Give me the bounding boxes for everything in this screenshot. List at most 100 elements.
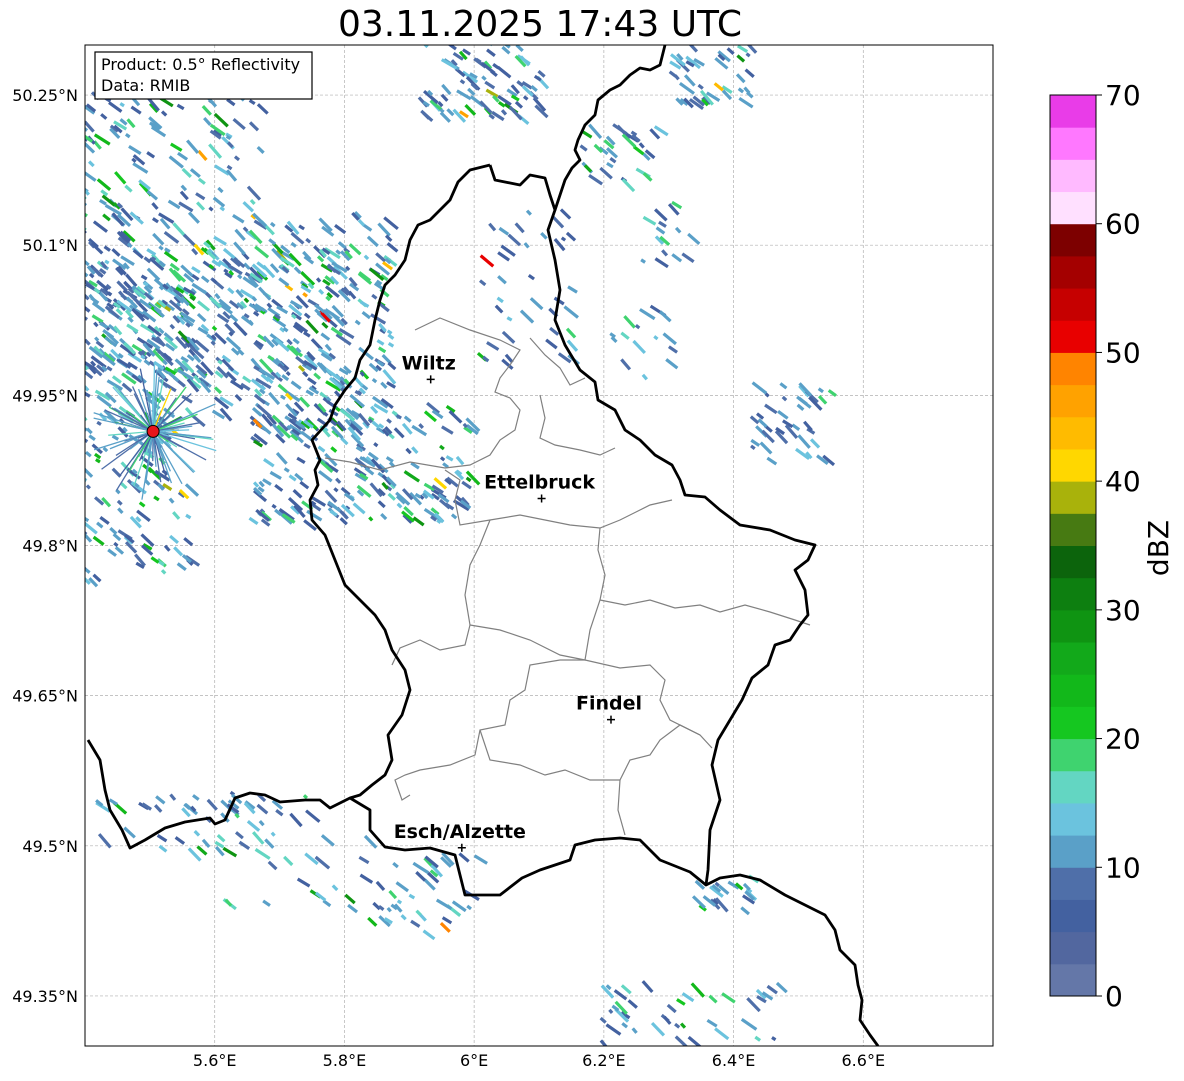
echo-cell <box>68 369 74 374</box>
colorbar-segment <box>1050 159 1096 193</box>
echo-cell <box>51 557 58 564</box>
echo-cell <box>52 346 62 355</box>
map-area[interactable]: Wiltz Ettelbruck Findel Esch/Alzette Produc… <box>40 35 993 1053</box>
echo-cell <box>48 525 55 532</box>
echo-cell <box>52 151 59 158</box>
city-label: Findel <box>576 693 642 715</box>
colorbar-segment <box>1050 320 1096 353</box>
echo-cell <box>49 506 56 512</box>
colorbar-tick-label: 20 <box>1105 723 1141 756</box>
latitude-ticks: 50.25°N 50.1°N 49.95°N 49.8°N 49.65°N 49.5°N 4… <box>12 86 78 1006</box>
lon-tick-label: 5.6°E <box>193 1051 237 1070</box>
colorbar-segment <box>1050 835 1096 868</box>
colorbar-segment <box>1050 513 1096 546</box>
lat-tick-label: 49.65°N <box>12 687 78 706</box>
echo-cell <box>68 357 82 371</box>
colorbar-segment <box>1050 577 1096 611</box>
echo-cell <box>75 475 84 483</box>
info-box: Product: 0.5° Reflectivity Data: RMIB <box>94 51 313 100</box>
colorbar-tick-label: 0 <box>1105 980 1123 1013</box>
colorbar-segment <box>1050 352 1096 386</box>
echo-cell <box>45 339 53 346</box>
echo-cell <box>46 279 54 286</box>
echo-cell <box>67 221 73 227</box>
echo-cell <box>74 333 81 340</box>
echo-cell <box>46 284 61 296</box>
lat-tick-label: 49.8°N <box>22 537 78 556</box>
echo-cell <box>47 169 52 174</box>
echo-cell <box>61 333 70 341</box>
colorbar-segment <box>1050 223 1096 257</box>
echo-cell <box>72 194 80 201</box>
echo-cell <box>64 288 70 294</box>
echo-cell <box>61 471 70 480</box>
colorbar-segment <box>1050 288 1096 321</box>
lat-tick-label: 50.1°N <box>22 236 78 255</box>
echo-cell <box>56 572 63 579</box>
echo-cell <box>69 477 85 488</box>
echo-cell <box>78 347 83 352</box>
echo-cell <box>64 348 71 355</box>
echo-cell <box>54 518 64 527</box>
echo-cell <box>43 298 57 313</box>
echo-cell <box>48 127 58 137</box>
echo-cell <box>66 278 74 286</box>
colorbar-segment <box>1050 642 1096 675</box>
echo-cell <box>70 109 81 119</box>
colorbar-segment <box>1050 545 1096 579</box>
echo-cell <box>55 493 63 500</box>
echo-cell <box>63 306 72 316</box>
echo-cell <box>59 351 68 358</box>
echo-cell <box>57 365 68 375</box>
colorbar-segment <box>1050 448 1096 482</box>
echo-cell <box>65 356 75 366</box>
colorbar-segment <box>1050 481 1096 514</box>
lon-tick-label: 6.4°E <box>712 1051 756 1070</box>
echo-cell <box>535 35 544 43</box>
city-label: Wiltz <box>402 352 456 374</box>
echo-cell <box>65 456 77 469</box>
echo-cell <box>56 292 70 304</box>
echo-cell <box>68 294 75 300</box>
colorbar-label: dBZ <box>1142 520 1175 576</box>
echo-cell <box>41 207 53 216</box>
echo-cell <box>85 483 86 491</box>
colorbar-tick-label: 10 <box>1105 851 1141 884</box>
echo-cell <box>51 455 58 461</box>
colorbar-tick-label: 70 <box>1105 79 1141 112</box>
echo-cell <box>69 354 78 362</box>
echo-cell <box>61 462 72 472</box>
lat-tick-label: 49.35°N <box>12 987 78 1006</box>
colorbar-segment <box>1050 770 1096 804</box>
radar-map-figure: Wiltz Ettelbruck Findel Esch/Alzette Produc… <box>12 35 1175 1070</box>
colorbar-segment <box>1050 867 1096 900</box>
echo-cell <box>56 122 69 134</box>
echo-cell <box>68 263 82 273</box>
colorbar-segment <box>1050 95 1096 128</box>
lon-tick-label: 6°E <box>460 1051 488 1070</box>
echo-cell <box>43 365 49 371</box>
echo-cell <box>64 295 69 300</box>
city-label: Ettelbruck <box>484 471 595 493</box>
echo-cell <box>63 188 74 199</box>
colorbar-segment <box>1050 255 1096 289</box>
colorbar-segment <box>1050 738 1096 772</box>
echo-cell <box>51 136 65 146</box>
echo-cell <box>63 301 68 306</box>
echo-cell <box>76 197 81 202</box>
echo-cell <box>64 365 70 371</box>
colorbar-segment <box>1050 191 1096 225</box>
colorbar-segment <box>1050 899 1096 933</box>
info-product: Product: 0.5° Reflectivity <box>101 55 300 74</box>
echo-cell <box>58 348 64 354</box>
echo-cell <box>40 295 49 304</box>
echo-cell <box>70 272 81 284</box>
echo-cell <box>45 370 53 378</box>
echo-cell <box>73 328 82 337</box>
echo-cell <box>69 513 76 519</box>
lat-tick-label: 49.5°N <box>22 837 78 856</box>
radar-site-marker[interactable] <box>146 424 160 438</box>
echo-cell <box>60 353 66 360</box>
lon-tick-label: 6.2°E <box>582 1051 626 1070</box>
echo-cell <box>73 313 79 319</box>
